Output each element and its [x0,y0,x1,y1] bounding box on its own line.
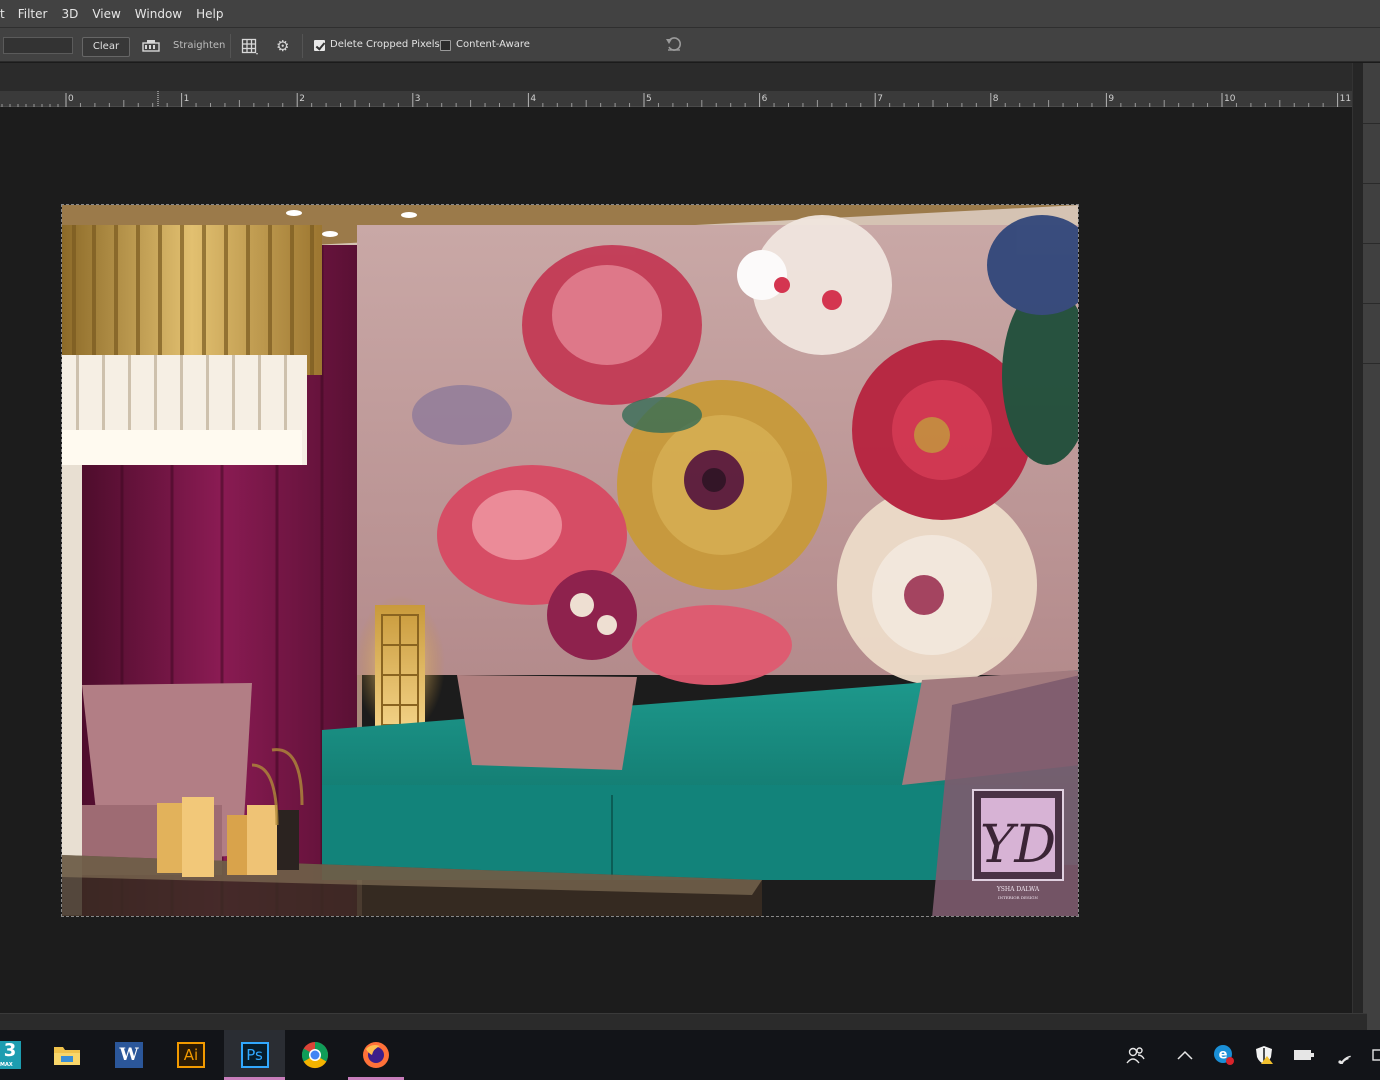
ruler-label: 6 [762,94,768,104]
interior-render: YD YSHA DALWA INTERIOR DESIGN [62,205,1078,916]
ruler-label: 11 [1340,94,1351,104]
horizontal-scrollbar[interactable] [0,1013,1367,1030]
menu-edit[interactable]: t [0,0,11,28]
taskbar-word[interactable]: W [100,1030,158,1080]
overlay-grid-icon[interactable] [241,38,258,55]
ruler-label: 5 [646,94,652,104]
straighten-label[interactable]: Straighten [173,40,225,51]
divider [230,34,231,58]
divider [302,34,303,58]
ruler-label: 9 [1108,94,1114,104]
taskbar-file-explorer[interactable] [38,1030,96,1080]
ruler-band: 0 1 2 3 4 5 6 7 8 9 10 11 [0,91,1352,107]
panel-dock [1352,63,1380,1030]
edge-icon[interactable]: e [1210,1030,1238,1080]
ruler-label: 1 [184,94,190,104]
wifi-icon[interactable] [1331,1030,1359,1080]
taskbar-illustrator[interactable]: Ai [162,1030,220,1080]
ratio-input[interactable] [3,37,73,54]
ruler-label: 3 [415,94,421,104]
svg-text:YD: YD [980,815,1056,875]
ruler-label: 10 [1224,94,1236,104]
reset-icon[interactable] [665,36,683,52]
ruler-label: 2 [299,94,305,104]
clear-button[interactable]: Clear [82,37,130,57]
ruler-label: 7 [877,94,883,104]
notification-icon[interactable] [1370,1030,1380,1080]
chevron-up-icon[interactable] [1171,1030,1199,1080]
people-icon[interactable] [1121,1030,1149,1080]
vertical-scrollbar[interactable] [1352,63,1363,1030]
firefox-icon [363,1042,389,1068]
folder-icon [54,1047,80,1065]
straighten-icon[interactable] [142,40,160,52]
svg-text:INTERIOR DESIGN: INTERIOR DESIGN [998,895,1038,900]
menu-help[interactable]: Help [189,0,230,28]
gear-icon[interactable]: ⚙ [276,37,294,55]
delete-cropped-checkbox[interactable] [314,40,325,51]
ruler-label: 4 [530,94,536,104]
delete-cropped-label: Delete Cropped Pixels [330,39,440,50]
menu-bar: t Filter 3D View Window Help [0,0,1380,28]
ruler-label: 0 [68,94,74,104]
photoshop-icon: Ps [240,1042,269,1068]
taskbar-3dsmax[interactable]: 3 MAX [0,1030,26,1080]
content-aware-label: Content-Aware [456,39,530,50]
photoshop-window: t Filter 3D View Window Help Clear Strai… [0,0,1380,1080]
panel-strip [1363,63,1380,1030]
illustrator-icon: Ai [177,1042,205,1068]
horizontal-ruler: 0 1 2 3 4 5 6 7 8 9 10 11 [0,63,1352,107]
taskbar-photoshop[interactable]: Ps [224,1030,285,1080]
chrome-icon [301,1041,328,1069]
battery-icon[interactable] [1290,1030,1318,1080]
menu-view[interactable]: View [85,0,127,28]
taskbar-chrome[interactable] [286,1030,344,1080]
menu-3d[interactable]: 3D [54,0,85,28]
word-icon: W [115,1042,143,1068]
menu-filter[interactable]: Filter [11,0,55,28]
content-aware-checkbox[interactable] [440,40,451,51]
ruler-ticks: 0 1 2 3 4 5 6 7 8 9 10 11 [1,91,1351,107]
menu-window[interactable]: Window [128,0,189,28]
3dsmax-icon: 3 MAX [0,1041,21,1069]
security-shield-icon[interactable] [1250,1030,1278,1080]
options-bar: Clear Straighten ⚙ Delete Cropped Pixels… [0,28,1380,62]
ruler-label: 8 [993,94,999,104]
document-image[interactable]: YD YSHA DALWA INTERIOR DESIGN [61,204,1079,917]
svg-text:YSHA DALWA: YSHA DALWA [996,886,1040,893]
taskbar-firefox[interactable] [348,1030,404,1080]
taskbar: 3 MAX W Ai Ps e [0,1030,1380,1080]
